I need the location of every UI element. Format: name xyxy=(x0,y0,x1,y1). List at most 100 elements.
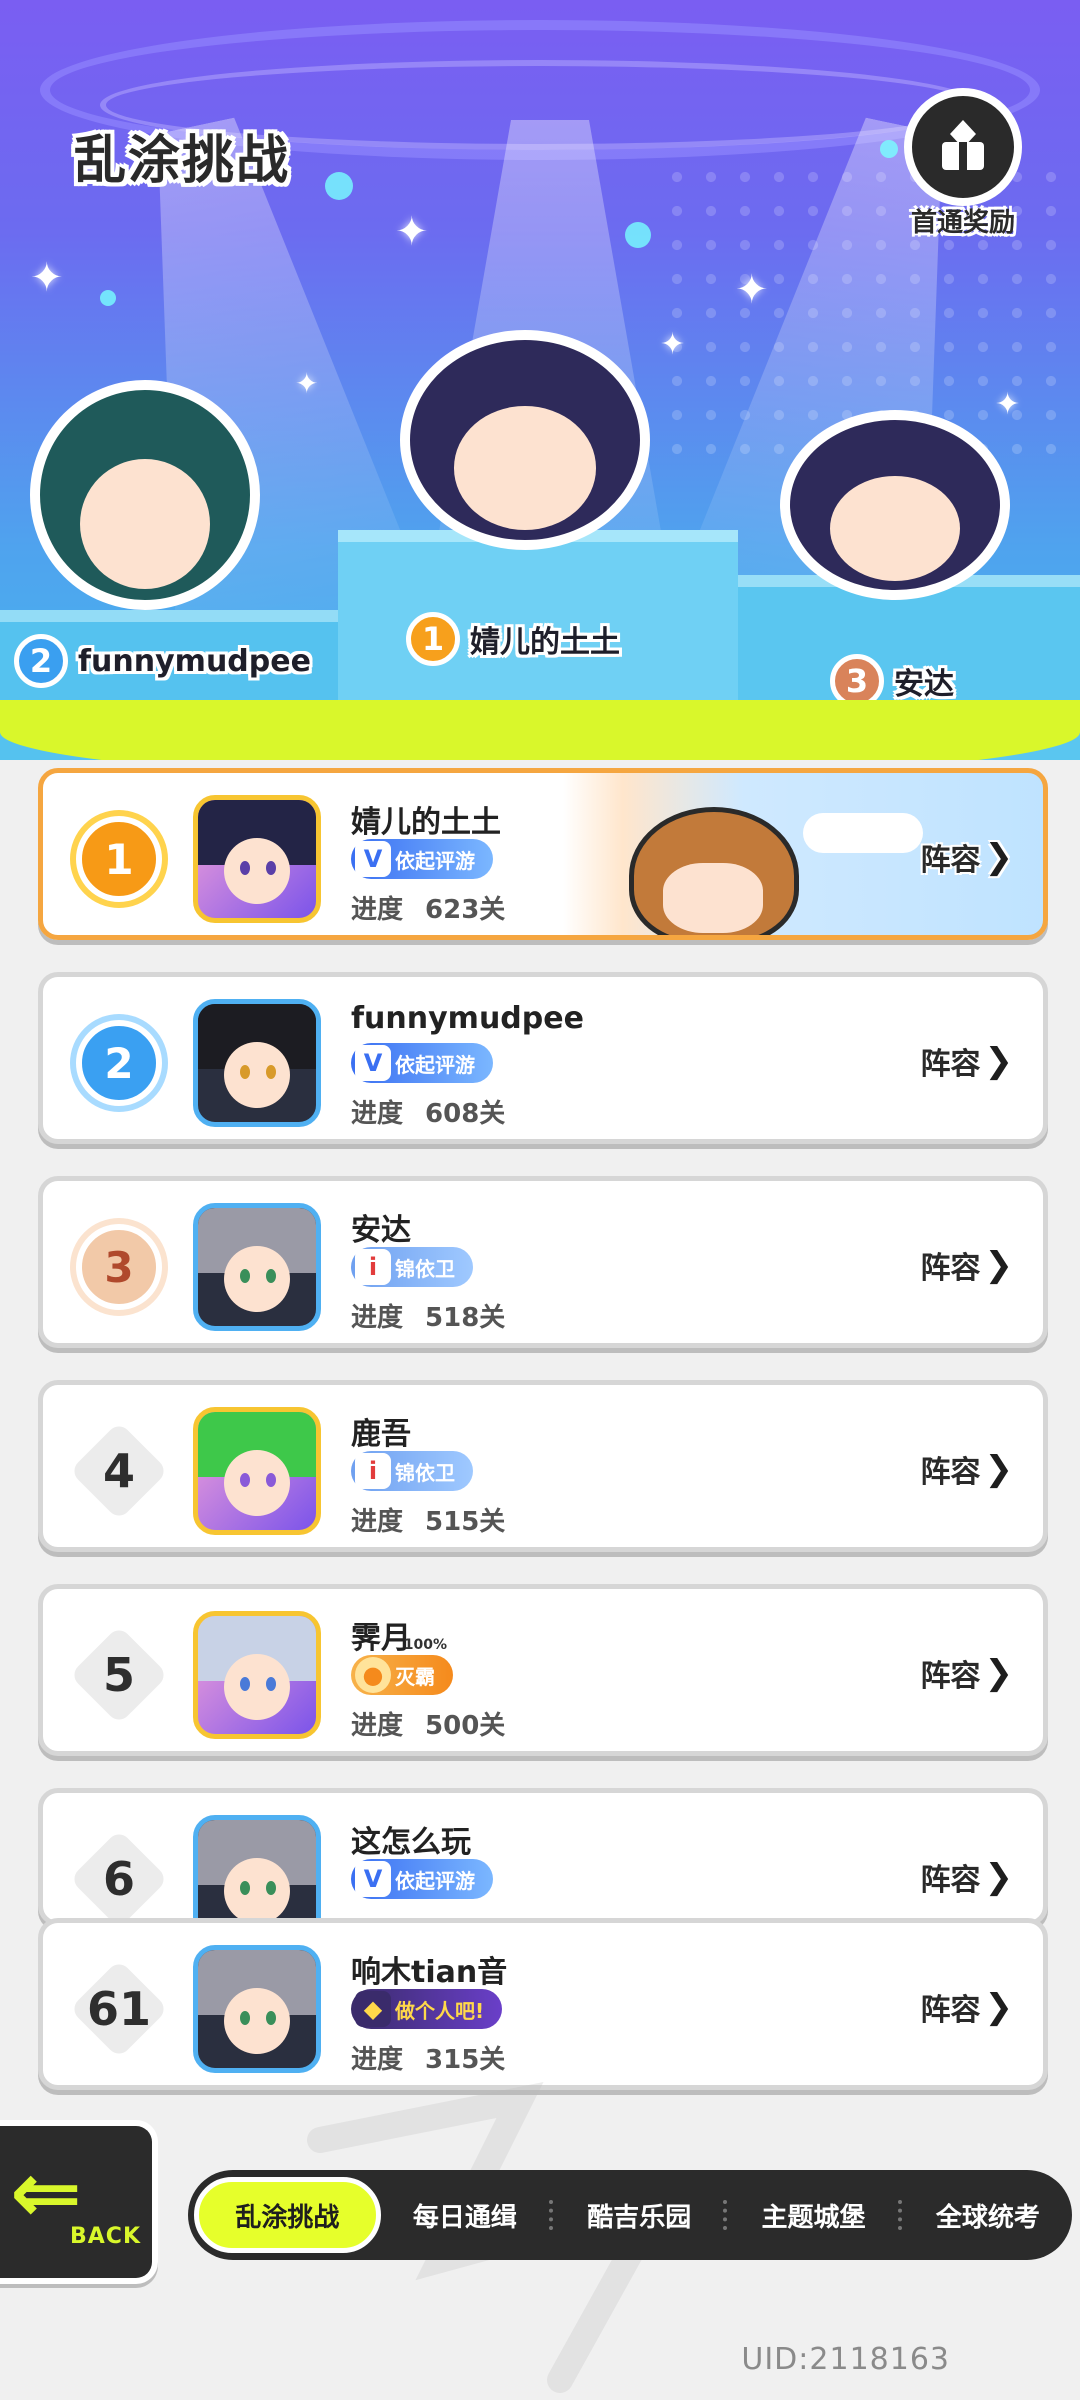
bubble-decoration xyxy=(880,140,898,158)
chevron-right-icon: ❯ xyxy=(984,1857,1014,1897)
bubble-decoration xyxy=(100,290,116,306)
player-name: 响木tian音 xyxy=(351,1955,508,1990)
lineup-label: 阵容 xyxy=(920,1455,981,1490)
rank-badge: 3 xyxy=(69,1217,169,1317)
reward-icon xyxy=(904,88,1022,206)
chevron-right-icon: ❯ xyxy=(984,1041,1014,1081)
sparkle-icon: ✦ xyxy=(995,387,1021,422)
ranking-row[interactable]: 1 婧儿的土土 V 依起评游 进度 623关 阵容 ❯ xyxy=(38,768,1048,940)
tab-theme-castle[interactable]: 主题城堡 xyxy=(729,2177,897,2253)
progress: 进度 515关 xyxy=(351,1501,505,1538)
ranking-row[interactable]: 4 鹿吾 i 锦依卫 进度 515关 阵容 ❯ xyxy=(38,1380,1048,1552)
lineup-button[interactable]: 阵容 ❯ xyxy=(921,1039,1014,1083)
title-badge: i 锦依卫 xyxy=(351,1451,473,1491)
rank-badge: 4 xyxy=(69,1421,169,1521)
podium-character-second[interactable] xyxy=(30,380,260,610)
title-badge: V 依起评游 xyxy=(351,1859,493,1899)
rank-badge: 61 xyxy=(69,1959,169,2059)
lineup-button[interactable]: 阵容 ❯ xyxy=(921,1985,1014,2029)
silver-medal-icon: 2 xyxy=(14,634,68,688)
tab-global-exam[interactable]: 全球统考 xyxy=(904,2177,1072,2253)
lineup-button[interactable]: 阵容 ❯ xyxy=(921,835,1014,879)
progress-value: 608关 xyxy=(425,1099,506,1129)
progress-value: 623关 xyxy=(425,895,506,925)
my-ranking-row[interactable]: 61 响木tian音 ◆ 做个人吧! 进度 315关 阵容 ❯ xyxy=(38,1918,1048,2090)
lineup-button[interactable]: 阵容 ❯ xyxy=(921,1447,1014,1491)
back-label: BACK xyxy=(70,2224,141,2249)
progress: 进度 500关 xyxy=(351,1705,505,1742)
avatar[interactable] xyxy=(193,999,321,1127)
ranking-row[interactable]: 5 霁月 ● 灭霸 100% 进度 500关 阵容 ❯ xyxy=(38,1584,1048,1756)
progress-label: 进度 xyxy=(351,895,404,925)
progress: 进度 315关 xyxy=(351,2039,505,2076)
coin-badge-icon: ● xyxy=(355,1657,391,1693)
player-name: 鹿吾 xyxy=(351,1417,411,1452)
bottom-tab-bar[interactable]: 乱涂挑战 每日通缉 酷吉乐园 主题城堡 全球统考 xyxy=(188,2170,1072,2260)
progress-label: 进度 xyxy=(351,1099,404,1129)
tab-daily-wanted[interactable]: 每日通缉 xyxy=(381,2177,549,2253)
podium-character-first[interactable] xyxy=(400,330,650,550)
v-badge-icon: V xyxy=(355,1045,391,1081)
rank-number: 61 xyxy=(86,1982,151,2036)
ranking-row[interactable]: 3 安达 i 锦依卫 进度 518关 阵容 ❯ xyxy=(38,1176,1048,1348)
info-badge-icon: i xyxy=(355,1249,391,1285)
avatar[interactable] xyxy=(193,795,321,923)
podium-label-first: 1 婧儿的土土 xyxy=(406,612,620,666)
rank-badge: 5 xyxy=(69,1625,169,1725)
title-badge-text: 依起评游 xyxy=(395,848,475,873)
chevron-right-icon: ❯ xyxy=(984,1653,1014,1693)
avatar[interactable] xyxy=(193,1203,321,1331)
chevron-right-icon: ❯ xyxy=(984,1449,1014,1489)
rank-number: 4 xyxy=(102,1444,135,1498)
title-badge-text: 依起评游 xyxy=(395,1052,475,1077)
avatar[interactable] xyxy=(193,1815,321,1921)
lineup-label: 阵容 xyxy=(920,843,981,878)
progress-value: 500关 xyxy=(425,1711,506,1741)
progress-label: 进度 xyxy=(351,1711,404,1741)
slime-divider xyxy=(0,700,1080,760)
avatar[interactable] xyxy=(193,1407,321,1535)
player-name: 婧儿的土土 xyxy=(351,805,501,840)
back-button[interactable]: ⇐ BACK xyxy=(0,2120,158,2284)
progress: 进度 608关 xyxy=(351,1093,505,1130)
ranking-row[interactable]: 6 这怎么玩 V 依起评游 阵容 ❯ xyxy=(38,1788,1048,1926)
rank-number: 6 xyxy=(102,1852,135,1906)
lineup-button[interactable]: 阵容 ❯ xyxy=(921,1651,1014,1695)
player-name: 这怎么玩 xyxy=(351,1825,471,1860)
lineup-label: 阵容 xyxy=(920,1047,981,1082)
player-name: funnymudpee xyxy=(351,1001,584,1036)
avatar[interactable] xyxy=(193,1611,321,1739)
chevron-right-icon: ❯ xyxy=(984,837,1014,877)
tab-kuji-park[interactable]: 酷吉乐园 xyxy=(555,2177,723,2253)
tab-scribble-challenge[interactable]: 乱涂挑战 xyxy=(194,2177,381,2253)
lineup-label: 阵容 xyxy=(920,1993,981,2028)
bubble-decoration xyxy=(625,222,651,248)
title-badge-text: 做个人吧! xyxy=(395,1998,485,2023)
info-badge-icon: i xyxy=(355,1453,391,1489)
user-id: UID:2118163 xyxy=(741,2342,950,2377)
lineup-button[interactable]: 阵容 ❯ xyxy=(921,1243,1014,1287)
title-badge-icon: ◆ xyxy=(355,1991,391,2027)
sparkle-icon: ✦ xyxy=(395,209,429,255)
podium-name: 婧儿的土土 xyxy=(470,625,620,660)
title-badge: V 依起评游 xyxy=(351,839,493,879)
player-name: 安达 xyxy=(351,1213,411,1248)
v-badge-icon: V xyxy=(355,1861,391,1897)
sparkle-icon: ✦ xyxy=(735,267,769,313)
podium-character-third[interactable] xyxy=(780,410,1010,600)
progress-label: 进度 xyxy=(351,1303,404,1333)
hero-stage: ✦ ✦ ✦ ✦ ✦ ✦ 乱涂挑战 首通奖励 1 婧儿的土土 2 funnymud… xyxy=(0,0,1080,760)
rank-number: 5 xyxy=(102,1648,135,1702)
title-badge-note: 100% xyxy=(403,1637,447,1653)
rank-badge: 6 xyxy=(69,1829,169,1921)
lineup-button[interactable]: 阵容 ❯ xyxy=(921,1855,1014,1899)
lineup-label: 阵容 xyxy=(920,1659,981,1694)
avatar[interactable] xyxy=(193,1945,321,2073)
podium-label-second: 2 funnymudpee xyxy=(14,634,311,688)
first-clear-reward-button[interactable]: 首通奖励 xyxy=(898,88,1028,238)
ranking-row[interactable]: 2 funnymudpee V 依起评游 进度 608关 阵容 ❯ xyxy=(38,972,1048,1144)
podium-name: funnymudpee xyxy=(78,643,311,679)
progress-label: 进度 xyxy=(351,2045,404,2075)
progress-value: 518关 xyxy=(425,1303,506,1333)
progress-value: 515关 xyxy=(425,1507,506,1537)
